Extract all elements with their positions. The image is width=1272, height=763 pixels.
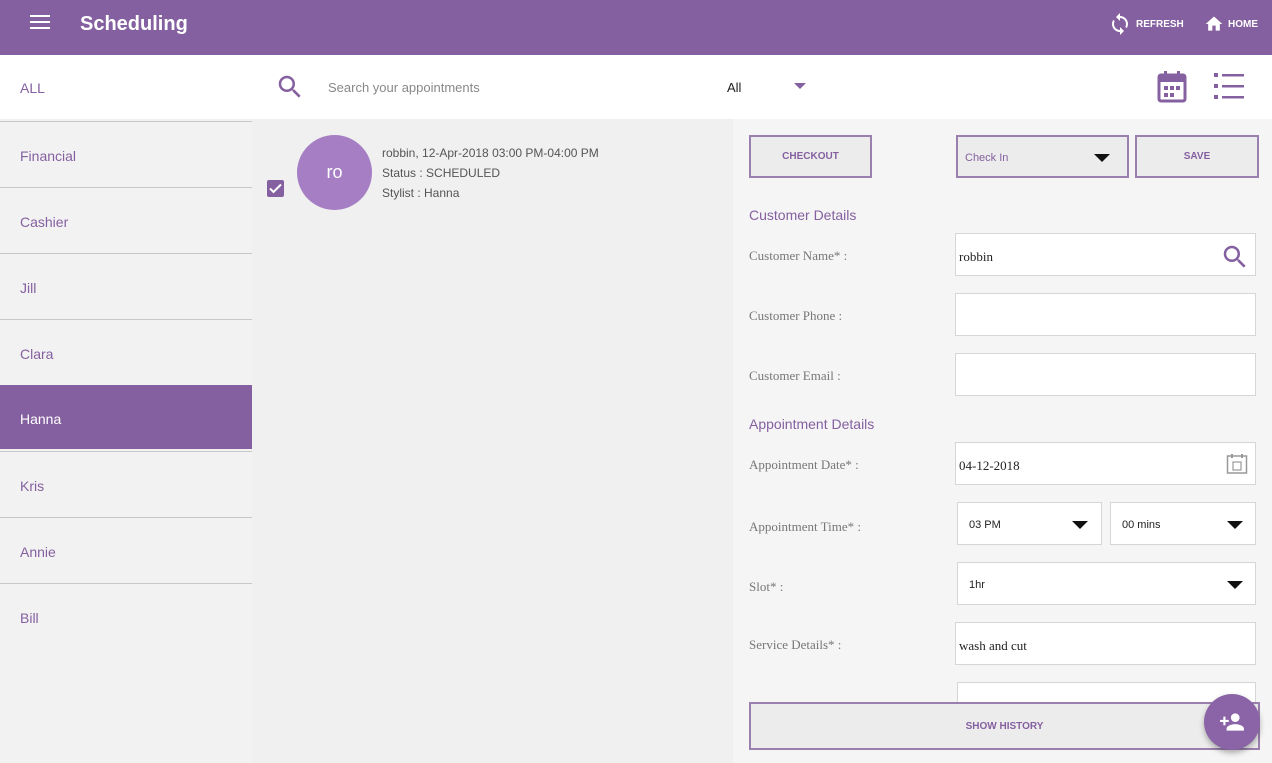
customer-name-value: robbin [959, 249, 993, 264]
customer-name-label: Customer Name* : [749, 248, 848, 263]
calendar-picker-icon[interactable] [1226, 453, 1248, 475]
refresh-button[interactable]: REFRESH [1108, 12, 1184, 36]
next-field-partial [957, 682, 1256, 702]
appointment-list: ro robbin, 12-Apr-2018 03:00 PM-04:00 PM… [252, 119, 733, 763]
service-details-label: Service Details* : [749, 637, 842, 652]
sidebar-item-kris[interactable]: Kris [0, 451, 252, 515]
slot-select[interactable]: 1hr [957, 562, 1256, 605]
appointment-detail-form: CHECKOUT Check In SAVE Customer Details … [733, 119, 1272, 763]
chevron-down-icon [794, 83, 806, 89]
home-icon [1205, 16, 1223, 31]
search-bar: ALL All [0, 55, 1272, 119]
customer-phone-label: Customer Phone : [749, 308, 843, 323]
sidebar-item-jill[interactable]: Jill [0, 253, 252, 317]
list-icon[interactable] [1214, 72, 1244, 100]
chevron-down-icon [1072, 521, 1088, 529]
appointment-stylist: Stylist : Hanna [382, 186, 460, 200]
sidebar-item-label: Financial [20, 148, 77, 164]
add-person-icon [1220, 713, 1244, 731]
sidebar-item-label: Hanna [20, 411, 62, 427]
avatar: ro [297, 135, 372, 210]
home-button[interactable]: HOME [1204, 12, 1258, 36]
sidebar-item-label: Jill [20, 280, 37, 296]
app-title: Scheduling [80, 13, 188, 35]
app-bar: Scheduling REFRESH HOME [0, 0, 1272, 55]
sidebar-item-financial[interactable]: Financial [0, 121, 252, 185]
sidebar-item-label: Kris [20, 478, 45, 494]
appointment-date-value: 04-12-2018 [959, 458, 1020, 473]
appointment-status: Status : SCHEDULED [382, 166, 501, 180]
minute-select[interactable]: 00 mins [1110, 502, 1256, 545]
filter-all[interactable]: ALL [20, 80, 45, 96]
search-icon[interactable] [1220, 242, 1250, 272]
customer-email-field[interactable] [955, 353, 1256, 396]
chevron-down-icon [1227, 581, 1243, 589]
sidebar-item-cashier[interactable]: Cashier [0, 187, 252, 251]
customer-details-heading: Customer Details [749, 207, 857, 223]
slot-label: Slot* : [749, 579, 784, 594]
hour-select[interactable]: 03 PM [957, 502, 1102, 545]
menu-icon[interactable] [30, 15, 50, 31]
sidebar-item-label: Bill [20, 610, 39, 626]
home-label: HOME [1228, 18, 1258, 30]
save-button[interactable]: SAVE [1135, 135, 1259, 178]
customer-name-field[interactable]: robbin [955, 233, 1256, 276]
sidebar-item-bill[interactable]: Bill [0, 583, 252, 647]
stylist-sidebar: Financial Cashier Jill Clara Hanna Kris … [0, 119, 252, 763]
service-details-field[interactable]: wash and cut [955, 622, 1256, 665]
customer-email-label: Customer Email : [749, 368, 841, 383]
appointment-date-label: Appointment Date* : [749, 457, 859, 472]
minute-value: 00 mins [1122, 519, 1161, 531]
sidebar-item-clara[interactable]: Clara [0, 319, 252, 383]
checkin-select[interactable]: Check In [956, 135, 1129, 178]
appointment-summary: robbin, 12-Apr-2018 03:00 PM-04:00 PM [382, 146, 599, 160]
sidebar-item-label: Annie [20, 544, 56, 560]
checkin-value: Check In [965, 152, 1009, 164]
calendar-icon[interactable] [1156, 70, 1188, 104]
hour-value: 03 PM [969, 519, 1001, 531]
refresh-icon [1112, 13, 1128, 35]
status-filter-select[interactable]: All [727, 80, 807, 95]
refresh-label: REFRESH [1136, 18, 1184, 30]
appointment-time-label: Appointment Time* : [749, 519, 861, 534]
service-details-value: wash and cut [959, 638, 1027, 653]
chevron-down-icon [1094, 154, 1110, 162]
sidebar-item-annie[interactable]: Annie [0, 517, 252, 581]
appointment-date-field[interactable]: 04-12-2018 [955, 442, 1256, 485]
slot-value: 1hr [969, 579, 985, 591]
add-customer-button[interactable] [1204, 694, 1260, 750]
checkbox-checked-icon[interactable] [267, 180, 284, 197]
sidebar-item-label: Cashier [20, 214, 69, 230]
search-input[interactable] [328, 77, 698, 97]
status-filter-value: All [727, 80, 742, 95]
checkout-button[interactable]: CHECKOUT [749, 135, 872, 178]
list-item[interactable]: ro robbin, 12-Apr-2018 03:00 PM-04:00 PM… [252, 135, 733, 211]
show-history-button[interactable]: SHOW HISTORY [749, 702, 1260, 750]
customer-phone-field[interactable] [955, 293, 1256, 336]
appointment-details-heading: Appointment Details [749, 416, 875, 432]
search-icon[interactable] [275, 72, 305, 102]
sidebar-item-label: Clara [20, 346, 54, 362]
chevron-down-icon [1227, 521, 1243, 529]
sidebar-item-hanna[interactable]: Hanna [0, 385, 252, 449]
